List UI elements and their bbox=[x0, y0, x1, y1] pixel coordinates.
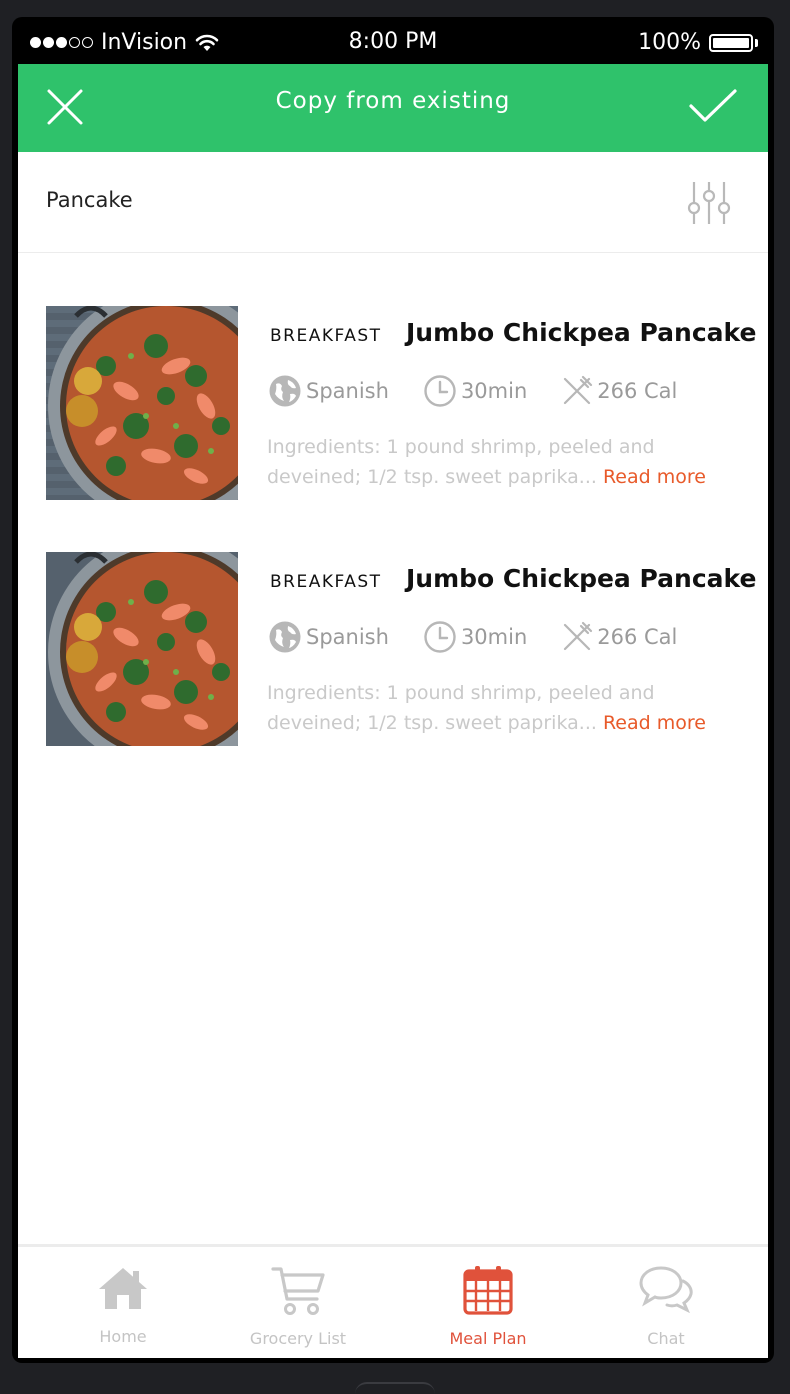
meal-type: BREAKFAST bbox=[270, 326, 382, 346]
cutlery-icon bbox=[564, 375, 593, 405]
battery-icon bbox=[709, 33, 753, 52]
cutlery-icon bbox=[564, 621, 593, 651]
clock-icon bbox=[424, 375, 456, 407]
status-right: 100% bbox=[638, 30, 758, 55]
nav-header: Copy from existing bbox=[18, 64, 768, 152]
confirm-button[interactable] bbox=[688, 88, 738, 128]
calorie-label: 266 Cal bbox=[597, 625, 678, 649]
home-button bbox=[355, 1382, 435, 1394]
recipe-card[interactable]: BREAKFAST Jumbo Chickpea Pancake Spanish… bbox=[46, 552, 756, 748]
checkmark-icon bbox=[689, 89, 737, 122]
read-more-link[interactable]: Read more bbox=[603, 466, 706, 488]
cuisine-info: Spanish bbox=[268, 374, 389, 408]
recipe-photo bbox=[46, 306, 238, 500]
calorie-info: 266 Cal bbox=[561, 621, 677, 653]
globe-icon bbox=[269, 375, 301, 407]
status-bar: InVision 8:00 PM 100% bbox=[18, 20, 768, 64]
search-query[interactable]: Pancake bbox=[46, 188, 133, 212]
ingredients-text: Ingredients: 1 pound shrimp, peeled and … bbox=[267, 678, 747, 738]
tab-bar: Home Grocery List Meal Plan Chat bbox=[18, 1244, 768, 1358]
search-row: Pancake bbox=[18, 152, 768, 253]
calorie-info: 266 Cal bbox=[561, 375, 677, 407]
tab-grocery-list[interactable]: Grocery List bbox=[208, 1247, 388, 1358]
tab-home[interactable]: Home bbox=[33, 1247, 213, 1358]
calorie-label: 266 Cal bbox=[597, 379, 678, 403]
time-info: 30min bbox=[423, 620, 527, 654]
tab-label: Grocery List bbox=[249, 1329, 347, 1348]
recipe-meta: Spanish 30min 266 Cal bbox=[268, 620, 711, 654]
filter-button[interactable] bbox=[686, 180, 732, 230]
ingredients-text: Ingredients: 1 pound shrimp, peeled and … bbox=[267, 432, 747, 492]
tab-meal-plan[interactable]: Meal Plan bbox=[398, 1247, 578, 1358]
app-screen: Copy from existing Pancake BREAKFAST Jum… bbox=[18, 64, 768, 1358]
sliders-icon bbox=[687, 182, 731, 224]
home-icon bbox=[99, 1268, 147, 1309]
time-label: 30min bbox=[460, 379, 528, 403]
recipe-title: Jumbo Chickpea Pancake bbox=[406, 564, 757, 593]
cuisine-label: Spanish bbox=[306, 625, 389, 649]
tab-chat[interactable]: Chat bbox=[576, 1247, 756, 1358]
calendar-icon bbox=[463, 1266, 513, 1315]
page-title: Copy from existing bbox=[275, 88, 511, 114]
globe-icon bbox=[269, 621, 301, 653]
battery-tip bbox=[755, 38, 758, 47]
recipe-photo bbox=[46, 552, 238, 746]
cuisine-info: Spanish bbox=[268, 620, 389, 654]
recipe-card[interactable]: BREAKFAST Jumbo Chickpea Pancake Spanish… bbox=[46, 306, 756, 502]
recipe-title: Jumbo Chickpea Pancake bbox=[406, 318, 757, 347]
cart-icon bbox=[271, 1267, 325, 1315]
battery-percent: 100% bbox=[638, 30, 701, 55]
cuisine-label: Spanish bbox=[306, 379, 389, 403]
tab-label: Chat bbox=[647, 1329, 685, 1348]
meal-type: BREAKFAST bbox=[270, 572, 382, 592]
recipe-meta: Spanish 30min 266 Cal bbox=[268, 374, 711, 408]
ingredients-summary: Ingredients: 1 pound shrimp, peeled and … bbox=[267, 436, 655, 488]
read-more-link[interactable]: Read more bbox=[603, 712, 706, 734]
chat-icon bbox=[639, 1266, 693, 1313]
clock-icon bbox=[424, 621, 456, 653]
ingredients-summary: Ingredients: 1 pound shrimp, peeled and … bbox=[267, 682, 655, 734]
time-info: 30min bbox=[423, 374, 527, 408]
tab-label: Meal Plan bbox=[449, 1329, 527, 1348]
tab-label: Home bbox=[99, 1327, 147, 1346]
time-label: 30min bbox=[460, 625, 528, 649]
